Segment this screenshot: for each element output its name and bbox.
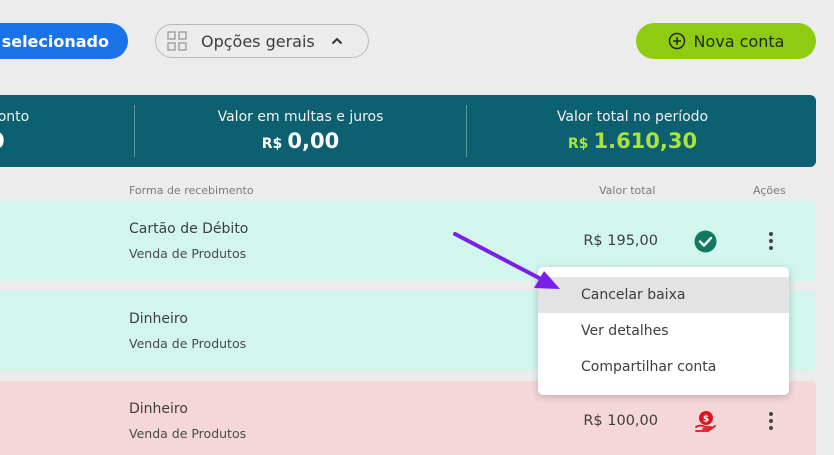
row-amount: R$ 195,00	[583, 233, 658, 249]
period-summary-banner: conto 0 Valor em multas e juros R$ 0,00 …	[0, 95, 816, 167]
summary-fines-value: 0,00	[287, 129, 340, 153]
row-payment-method: Dinheiro	[129, 311, 188, 327]
row-payment-method: Cartão de Débito	[129, 221, 249, 237]
summary-discount-title: conto	[0, 109, 30, 125]
plus-circle-icon	[668, 32, 685, 50]
row-actions-kebab-icon[interactable]	[762, 409, 780, 433]
summary-discount: conto 0	[0, 109, 50, 153]
column-header-method: Forma de recebimento	[129, 184, 254, 197]
selected-filter-label: o selecionado	[0, 31, 109, 51]
summary-total-title: Valor total no período	[556, 109, 709, 125]
menu-item-view-details[interactable]: Ver detalhes	[538, 313, 789, 349]
summary-total-currency: R$	[567, 136, 589, 152]
summary-discount-value: 0	[0, 129, 5, 153]
summary-fines: Valor em multas e juros R$ 0,00	[135, 109, 466, 153]
row-amount: R$ 100,00	[583, 413, 658, 429]
summary-total: Valor total no período R$ 1.610,30	[467, 109, 798, 153]
general-options-label: Opções gerais	[201, 31, 315, 51]
overdue-money-icon: $	[695, 411, 716, 432]
row-actions-kebab-icon[interactable]	[762, 229, 780, 253]
row-payment-method: Dinheiro	[129, 401, 188, 417]
column-header-actions: Ações	[753, 184, 786, 197]
menu-item-cancel-payment[interactable]: Cancelar baixa	[538, 277, 789, 313]
summary-total-value: 1.610,30	[593, 129, 698, 153]
row-category: Venda de Produtos	[129, 336, 247, 351]
menu-item-share-account[interactable]: Compartilhar conta	[538, 349, 789, 385]
row-category: Venda de Produtos	[129, 426, 247, 441]
new-account-label: Nova conta	[693, 31, 785, 51]
paid-check-icon	[694, 230, 717, 253]
new-account-button[interactable]: Nova conta	[636, 23, 816, 59]
general-options-button[interactable]: Opções gerais	[155, 24, 369, 58]
selected-filter-button[interactable]: o selecionado	[0, 23, 128, 59]
summary-fines-currency: R$	[261, 136, 283, 152]
summary-fines-title: Valor em multas e juros	[217, 109, 384, 125]
row-context-menu: Cancelar baixa Ver detalhes Compartilhar…	[538, 267, 789, 395]
column-header-total: Valor total	[599, 184, 656, 197]
row-category: Venda de Produtos	[129, 246, 247, 261]
svg-text:$: $	[703, 415, 709, 425]
chevron-up-icon	[331, 37, 342, 45]
grid-icon	[167, 31, 187, 51]
